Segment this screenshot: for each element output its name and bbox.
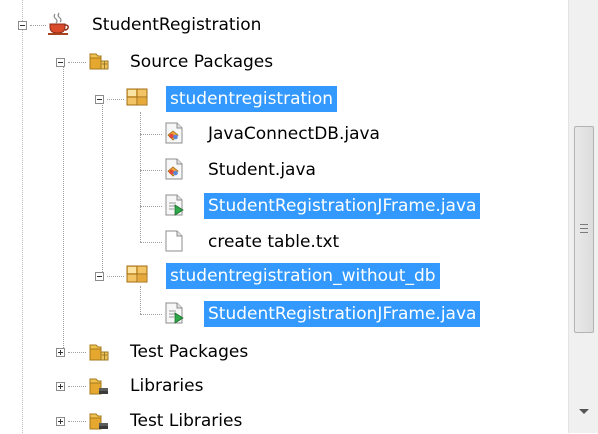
- tree-left-guide: [22, 0, 23, 433]
- expand-toggle[interactable]: [56, 417, 65, 426]
- vertical-scrollbar[interactable]: [568, 0, 598, 433]
- tree-node-file[interactable]: create table.txt: [204, 229, 343, 255]
- tree-guide-line: [107, 99, 124, 100]
- expand-toggle[interactable]: [56, 348, 65, 357]
- tree-guide-line: [140, 286, 141, 314]
- tree-node-test-packages[interactable]: Test Packages: [126, 339, 252, 365]
- collapse-toggle[interactable]: [95, 95, 104, 104]
- tree-node-package-without-db[interactable]: studentregistration_without_db: [166, 263, 440, 289]
- project-tree[interactable]: StudentRegistration Source Packages stud…: [0, 0, 568, 433]
- text-file-icon: [165, 230, 183, 252]
- tree-guide-line: [68, 421, 86, 422]
- tree-guide-line: [102, 99, 103, 276]
- java-project-icon: [48, 12, 69, 35]
- jframe-form-icon: [165, 302, 184, 324]
- expand-toggle[interactable]: [56, 382, 65, 391]
- tree-guide-line: [140, 314, 162, 315]
- tree-guide-line: [30, 25, 46, 26]
- tree-guide-line: [63, 62, 64, 354]
- tree-node-file[interactable]: StudentRegistrationJFrame.java: [204, 301, 481, 327]
- java-package-icon: [126, 88, 148, 106]
- tree-guide-line: [68, 386, 86, 387]
- scrollbar-grip-icon: [580, 224, 588, 233]
- tree-node-libraries[interactable]: Libraries: [126, 373, 207, 399]
- tree-guide-line: [140, 134, 162, 135]
- tree-node-source-packages[interactable]: Source Packages: [126, 49, 277, 75]
- tree-guide-line: [140, 242, 162, 243]
- tree-guide-line: [140, 170, 162, 171]
- jframe-form-icon: [165, 194, 184, 216]
- scrollbar-thumb[interactable]: [574, 126, 594, 333]
- source-packages-folder-icon: [89, 53, 109, 70]
- test-libraries-folder-icon: [89, 413, 108, 430]
- tree-guide-line: [107, 276, 124, 277]
- tree-node-file[interactable]: StudentRegistrationJFrame.java: [204, 193, 481, 219]
- java-class-icon: [165, 158, 183, 180]
- libraries-folder-icon: [89, 378, 108, 395]
- tree-node-package-studentregistration[interactable]: studentregistration: [166, 86, 338, 112]
- collapse-toggle[interactable]: [18, 21, 27, 30]
- collapse-toggle[interactable]: [95, 272, 104, 281]
- test-packages-folder-icon: [89, 344, 109, 361]
- tree-node-file[interactable]: JavaConnectDB.java: [204, 121, 384, 147]
- tree-guide-line: [140, 206, 162, 207]
- scroll-down-arrow-icon[interactable]: [579, 409, 589, 414]
- tree-guide-line: [68, 352, 86, 353]
- java-package-icon: [126, 265, 148, 283]
- tree-node-file[interactable]: Student.java: [204, 157, 320, 183]
- tree-node-project[interactable]: StudentRegistration: [88, 12, 265, 38]
- java-class-icon: [165, 122, 183, 144]
- tree-guide-line: [140, 112, 141, 242]
- tree-guide-line: [68, 62, 86, 63]
- collapse-toggle[interactable]: [56, 58, 65, 67]
- tree-node-test-libraries[interactable]: Test Libraries: [126, 408, 246, 434]
